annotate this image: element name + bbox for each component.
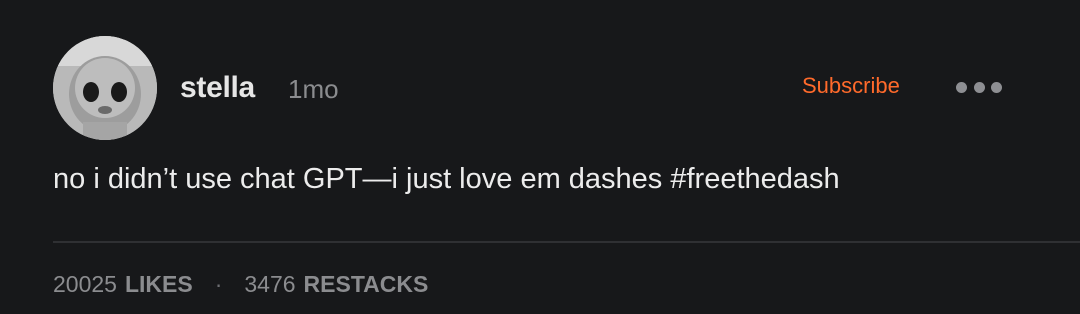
author-name[interactable]: stella bbox=[180, 71, 255, 105]
more-options-icon[interactable] bbox=[956, 76, 1002, 98]
restacks-label[interactable]: RESTACKS bbox=[304, 271, 429, 298]
avatar-image bbox=[53, 36, 157, 140]
divider bbox=[53, 241, 1080, 243]
likes-label[interactable]: LIKES bbox=[125, 271, 193, 298]
subscribe-button[interactable]: Subscribe bbox=[802, 73, 900, 99]
post-card: stella 1mo Subscribe no i didn’t use cha… bbox=[0, 0, 1080, 314]
post-stats: 20025 LIKES · 3476 RESTACKS bbox=[53, 271, 428, 298]
dot-icon bbox=[956, 81, 967, 93]
dot-icon bbox=[991, 81, 1002, 93]
stats-separator: · bbox=[214, 271, 223, 297]
likes-count[interactable]: 20025 bbox=[53, 271, 117, 298]
dot-icon bbox=[973, 81, 985, 93]
restacks-count[interactable]: 3476 bbox=[244, 271, 295, 298]
avatar[interactable] bbox=[53, 36, 157, 140]
post-body: no i didn’t use chat GPT—i just love em … bbox=[53, 163, 840, 195]
post-time: 1mo bbox=[288, 74, 339, 104]
